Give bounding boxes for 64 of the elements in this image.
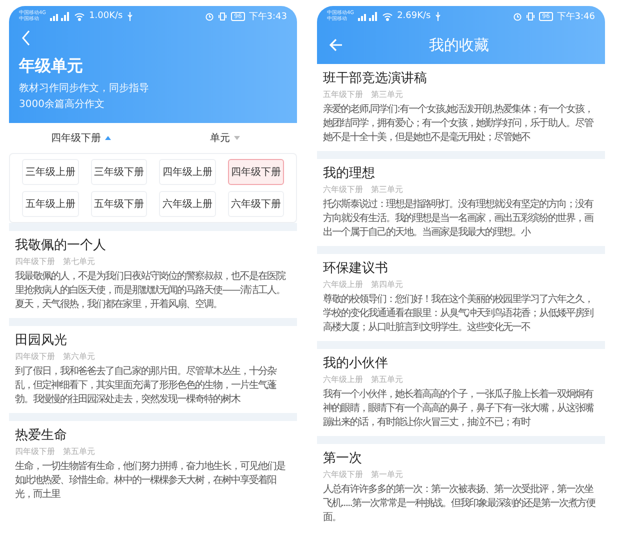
unit-label: 第七单元 <box>63 257 95 267</box>
clock-time: 下午3:43 <box>248 10 287 22</box>
clock-time: 下午3:46 <box>556 10 595 22</box>
usb-icon <box>126 12 133 20</box>
unit-label: 第一单元 <box>371 470 403 480</box>
grade-label: 六年级下册 <box>323 470 363 480</box>
header-subtitle: 教材习作同步作文，同步指导 <box>19 82 150 96</box>
article-excerpt: 我有一个小伙伴，她长着高高的个子，一张瓜子脸上长着一双炯炯有神的眼睛，眼睛下有一个高高的鼻子，鼻子下有一张大嘴，从这张嘴蹦出来的话，有时能让你火冒三丈，抽泣不已；有时 <box>323 388 594 430</box>
grade-label: 四年级下册 <box>15 447 55 457</box>
network-speed: 1.00K/s <box>89 11 123 21</box>
grade-option[interactable]: 四年级上册 <box>159 159 216 185</box>
header-subtitle: 3000余篇高分作文 <box>19 98 106 112</box>
usb-icon <box>434 12 441 20</box>
unit-label: 第四单元 <box>371 280 403 290</box>
article-title[interactable]: 我敬佩的一个人 <box>15 238 291 254</box>
page-title: 我的收藏 <box>428 36 490 54</box>
back-arrow-icon <box>329 38 343 52</box>
article-title[interactable]: 热爱生命 <box>15 428 291 444</box>
caret-down-icon <box>234 136 240 140</box>
filter-dropdown[interactable]: 四年级下册 <box>9 130 153 146</box>
vibrate-icon <box>526 12 536 20</box>
network-speed: 2.69K/s <box>397 11 431 21</box>
grade-label: 六年级上册 <box>323 280 363 290</box>
article-excerpt: 亲爱的老师,同学们:有一个女孩,她活泼开朗,热爱集体；有一个女孩，她团结同学，拥有爱心；有一个女孩，她勤学好问，乐于助人。尽管她不是十全十美，但是她也不是毫无用处；尽管她不 <box>323 103 594 145</box>
article-title[interactable]: 我的小伙伴 <box>323 356 599 372</box>
grade-option[interactable]: 五年级上册 <box>22 191 78 217</box>
back-icon <box>21 30 31 46</box>
article-excerpt: 托尔斯泰说过：理想是指路明灯。没有理想就没有坚定的方向；没有方向就没有生活。我的理想是当一名画家，画出五彩缤纷的世界，画出一个属于自己的天地。当画家是我最大的理想。小 <box>323 198 594 240</box>
wifi-icon <box>382 12 394 20</box>
article-excerpt: 人总有许许多多的第一次：第一次被表扬、第一次受批评，第一次坐飞机.....第一次常常是一种挑战。但我印象最深刻的还是第一次煮方便面。 <box>323 483 596 525</box>
grade-option[interactable]: 六年级上册 <box>159 191 216 217</box>
article-excerpt: 到了假日，我和爸爸去了自己家的那片田。尽管草木丛生，十分杂乱，但定神细看下，其实里面充满了形形色色的生物，一片生气蓬勃。我慢慢的往田园深处走去，突然发现一棵奇特的树木 <box>15 365 278 407</box>
article-title[interactable]: 田园风光 <box>15 333 291 349</box>
signal-icon <box>50 12 70 20</box>
article-title[interactable]: 我的理想 <box>323 166 599 182</box>
unit-label: 第六单元 <box>63 352 95 362</box>
grade-option[interactable]: 五年级下册 <box>90 191 147 217</box>
unit-label: 第三单元 <box>371 90 403 100</box>
wifi-icon <box>74 12 86 20</box>
grade-option[interactable]: 四年级下册 <box>228 159 284 185</box>
article-excerpt: 我最敬佩的人，不是为我们日夜站守岗位的警察叔叔，也不是在医院里抢救病人的白医天使，而是那默默无闻的马路天使——清洁工人。夏天，天气很热，我们都在家里，开着风扇、空调。 <box>15 270 286 312</box>
grade-label: 四年级下册 <box>15 352 55 362</box>
article-title[interactable]: 班干部竞选演讲稿 <box>323 71 599 87</box>
grade-label: 五年级下册 <box>323 90 363 100</box>
article-excerpt: 尊敬的校领导们：您们好！我在这个美丽的校园里学习了六年之久，学校的变化我通通看在眼里：从臭气冲天到鸟语花香；从低矮平房到高楼大厦；从口吐脏言到文明学生。这些变化无一不 <box>323 293 594 335</box>
grade-option[interactable]: 六年级下册 <box>228 191 284 217</box>
unit-label: 第三单元 <box>371 185 403 195</box>
page-title: 年级单元 <box>19 56 84 77</box>
grade-option[interactable]: 三年级下册 <box>90 159 147 185</box>
vibrate-icon <box>218 12 228 20</box>
signal-icon <box>358 12 378 20</box>
grade-option[interactable]: 三年级上册 <box>22 159 78 185</box>
alarm-icon <box>205 12 214 20</box>
unit-label: 第五单元 <box>371 375 403 385</box>
filter-dropdown[interactable]: 单元 <box>153 130 297 146</box>
caret-up-icon <box>105 136 111 140</box>
grade-label: 六年级下册 <box>323 185 363 195</box>
article-title[interactable]: 第一次 <box>323 451 599 467</box>
unit-label: 第五单元 <box>63 447 95 457</box>
article-excerpt: 生命，一切生物皆有生命，他们努力拼搏，奋力地生长，可见他们是如此地热爱、珍惜生命。林中的一棵棵参天大树，在树中享受着阳光，而土里 <box>15 460 286 502</box>
article-title[interactable]: 环保建议书 <box>323 261 599 277</box>
grade-label: 六年级上册 <box>323 375 363 385</box>
grade-label: 四年级下册 <box>15 257 55 267</box>
alarm-icon <box>513 12 522 20</box>
